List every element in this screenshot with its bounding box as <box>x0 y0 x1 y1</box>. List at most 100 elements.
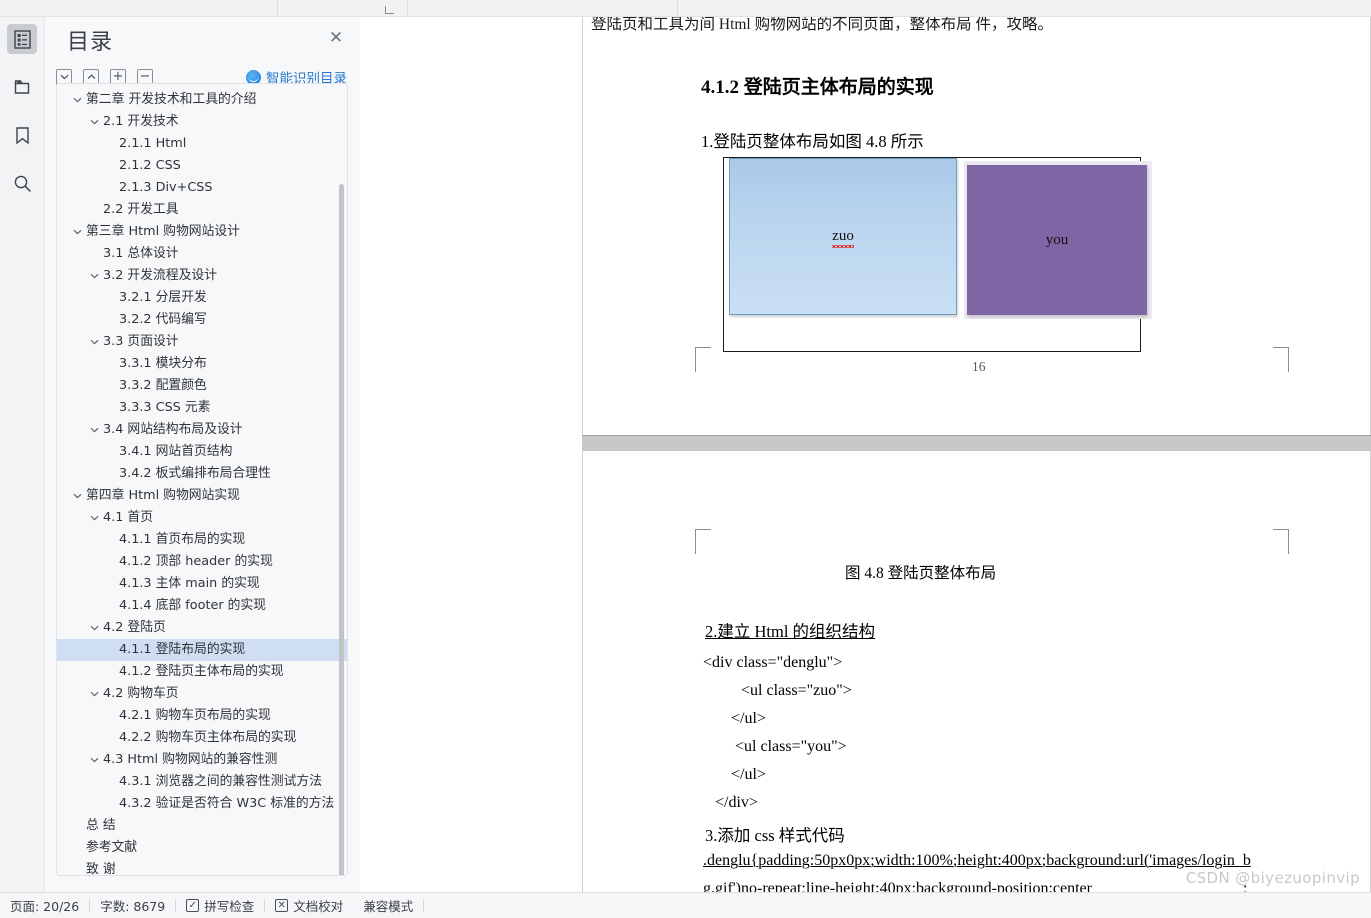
toc-item[interactable]: 4.1.2 顶部 header 的实现 <box>57 551 347 573</box>
restore-window-icon[interactable] <box>385 6 394 14</box>
toc-item-label: 4.1.2 登陆页主体布局的实现 <box>119 664 284 679</box>
toc-item-label: 3.2 开发流程及设计 <box>103 268 217 283</box>
toc-item[interactable]: 第四章 Html 购物网站实现 <box>57 485 347 507</box>
chevron-down-icon[interactable] <box>89 617 99 639</box>
minus-icon: − <box>139 69 151 84</box>
rail-item-bookmarks[interactable] <box>7 120 37 150</box>
window-tab-strip <box>0 0 1371 17</box>
close-icon[interactable]: ✕ <box>328 30 344 47</box>
toc-tree[interactable]: 第二章 开发技术和工具的介绍 2.1 开发技术 2.1.1 Html 2.1.2 CS… <box>56 83 348 876</box>
toc-item[interactable]: 4.3.1 浏览器之间的兼容性测试方法 <box>57 771 347 793</box>
tab-slot-2[interactable] <box>278 0 408 16</box>
toc-item[interactable]: 致 谢 <box>57 859 347 875</box>
toc-item[interactable]: 4.1.3 主体 main 的实现 <box>57 573 347 595</box>
toc-item[interactable]: 3.2.1 分层开发 <box>57 287 347 309</box>
toc-item[interactable]: 3.3.1 模块分布 <box>57 353 347 375</box>
chevron-down-icon[interactable] <box>89 683 99 705</box>
document-page-17: 图 4.8 登陆页整体布局 2.建立 Html 的组织结构 <div class… <box>582 451 1371 892</box>
chevron-down-icon[interactable] <box>72 89 82 111</box>
toc-item[interactable]: 4.2 登陆页 <box>57 617 347 639</box>
toc-item[interactable]: 2.1.1 Html <box>57 133 347 155</box>
chevron-down-icon[interactable] <box>89 265 99 287</box>
code-line-2: </ul> <box>731 710 766 727</box>
toc-item-label: 第四章 Html 购物网站实现 <box>86 488 240 503</box>
status-page-indicator[interactable]: 页面: 20/26 <box>0 893 89 918</box>
rail-item-search[interactable] <box>7 168 37 198</box>
toc-item[interactable]: 3.3.2 配置颜色 <box>57 375 347 397</box>
rail-item-sections[interactable] <box>7 72 37 102</box>
status-word-count[interactable]: 字数: 8679 <box>90 893 175 918</box>
toc-item[interactable]: 4.1.1 登陆布局的实现 <box>57 639 347 661</box>
chevron-down-icon[interactable] <box>72 485 82 507</box>
figure-left-box-text: zuo <box>832 228 854 244</box>
tab-slot-3[interactable] <box>408 0 678 16</box>
toc-item[interactable]: 4.2.2 购物车页主体布局的实现 <box>57 727 347 749</box>
toc-item[interactable]: 4.1.2 登陆页主体布局的实现 <box>57 661 347 683</box>
doc-cut-line: 登陆页和工具为间 Html 购物网站的不同页面，整体布局 件，攻略。 <box>591 17 1053 33</box>
spellcheck-squiggle <box>832 245 854 248</box>
toc-item-label: 2.1.1 Html <box>119 136 187 151</box>
toc-item[interactable]: 第三章 Html 购物网站设计 <box>57 221 347 243</box>
toc-item[interactable]: 4.1.1 首页布局的实现 <box>57 529 347 551</box>
toc-item[interactable]: 4.2 购物车页 <box>57 683 347 705</box>
page-number: 16 <box>972 359 986 374</box>
left-icon-rail <box>0 17 45 892</box>
toc-item[interactable]: 总 结 <box>57 815 347 837</box>
tab-slot-4[interactable] <box>678 0 1198 16</box>
toc-item[interactable]: 4.1 首页 <box>57 507 347 529</box>
toc-item[interactable]: 4.1.4 底部 footer 的实现 <box>57 595 347 617</box>
toc-item-label: 4.1.3 主体 main 的实现 <box>119 576 260 591</box>
status-compat-mode[interactable]: 兼容模式 <box>353 893 423 918</box>
toc-item[interactable]: 2.1 开发技术 <box>57 111 347 133</box>
toc-item-label: 3.3 页面设计 <box>103 334 179 349</box>
chevron-down-icon[interactable] <box>89 331 99 353</box>
toc-item[interactable]: 2.2 开发工具 <box>57 199 347 221</box>
css-line-2: g.gif')no-repeat;line-height:40px;backgr… <box>703 880 1092 892</box>
status-proofread[interactable]: ✕ 文档校对 <box>265 893 353 918</box>
chevron-down-icon[interactable] <box>72 221 82 243</box>
figure-caption: 图 4.8 登陆页整体布局 <box>845 565 997 582</box>
code-line-5: </div> <box>715 794 758 811</box>
status-spellcheck[interactable]: ✓ 拼写检查 <box>176 893 264 918</box>
chevron-down-icon[interactable] <box>89 507 99 529</box>
toc-list[interactable]: 第二章 开发技术和工具的介绍 2.1 开发技术 2.1.1 Html 2.1.2 CS… <box>57 84 347 875</box>
code-line-3: <ul class="you"> <box>735 738 847 755</box>
toc-item[interactable]: 3.3 页面设计 <box>57 331 347 353</box>
tab-slot-1[interactable] <box>0 0 278 16</box>
chevron-down-icon[interactable] <box>89 111 99 133</box>
spellcheck-icon: ✓ <box>186 899 200 912</box>
toc-item-label: 3.1 总体设计 <box>103 246 179 261</box>
chevron-down-icon[interactable] <box>89 749 99 771</box>
figure-left-box: zuo <box>729 158 957 315</box>
toc-item[interactable]: 3.1 总体设计 <box>57 243 347 265</box>
toc-item-label: 4.2 购物车页 <box>103 686 179 701</box>
toc-item[interactable]: 3.4.1 网站首页结构 <box>57 441 347 463</box>
bookmark-icon <box>15 126 29 144</box>
folder-tag-icon <box>14 80 30 94</box>
toc-scrollbar[interactable] <box>339 184 344 875</box>
toc-item[interactable]: 第二章 开发技术和工具的介绍 <box>57 89 347 111</box>
code-line-1: <ul class="zuo"> <box>741 682 852 699</box>
toc-item[interactable]: 4.3 Html 购物网站的兼容性测 <box>57 749 347 771</box>
toc-panel: 目录 ✕ + − 智能识别目录 第二章 开发技术和工具的介绍 2.1 开发技术 … <box>45 17 360 892</box>
outline-document-icon <box>13 29 31 49</box>
toc-item[interactable]: 2.1.3 Div+CSS <box>57 177 347 199</box>
toc-item[interactable]: 3.2 开发流程及设计 <box>57 265 347 287</box>
toc-item[interactable]: 3.3.3 CSS 元素 <box>57 397 347 419</box>
toc-item[interactable]: 2.1.2 CSS <box>57 155 347 177</box>
toc-item[interactable]: 参考文献 <box>57 837 347 859</box>
status-proofread-label: 文档校对 <box>293 899 344 914</box>
toc-item[interactable]: 4.2.1 购物车页布局的实现 <box>57 705 347 727</box>
margin-mark-top-right <box>1273 529 1289 554</box>
document-canvas[interactable]: 登陆页和工具为间 Html 购物网站的不同页面，整体布局 件，攻略。 4.1.2… <box>360 17 1371 892</box>
toc-item[interactable]: 3.4 网站结构布局及设计 <box>57 419 347 441</box>
toc-item[interactable]: 3.2.2 代码编写 <box>57 309 347 331</box>
rail-item-outline[interactable] <box>7 24 37 54</box>
chevron-down-icon[interactable] <box>89 419 99 441</box>
toc-item-label: 3.4 网站结构布局及设计 <box>103 422 243 437</box>
toc-item-label: 4.2 登陆页 <box>103 620 166 635</box>
toc-item-label: 3.4.1 网站首页结构 <box>119 444 233 459</box>
toc-item[interactable]: 3.4.2 板式编排布局合理性 <box>57 463 347 485</box>
chevron-up-icon <box>87 74 95 80</box>
toc-item[interactable]: 4.3.2 验证是否符合 W3C 标准的方法 <box>57 793 347 815</box>
